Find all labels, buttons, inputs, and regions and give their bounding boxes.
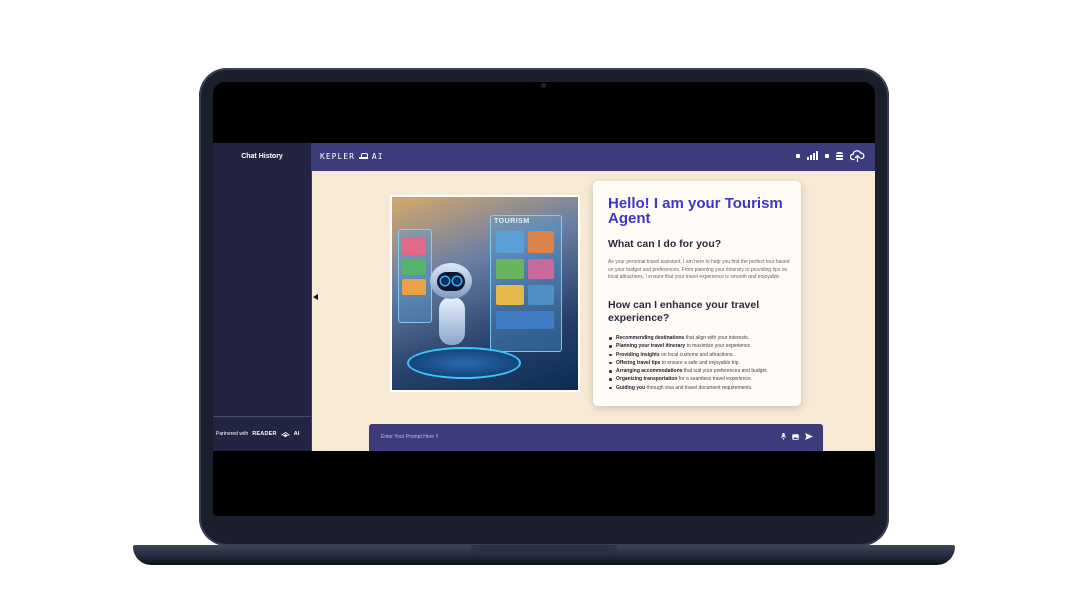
feature-list: Recommending destinations that align wit…	[608, 334, 798, 392]
logo-suffix: AI	[371, 152, 384, 161]
laptop-hinge	[471, 545, 617, 554]
robot-eye-left	[441, 277, 449, 285]
reader-brand: READER	[252, 431, 277, 437]
list-item: Providing insights on local customs and …	[608, 351, 798, 359]
send-icon[interactable]	[805, 433, 813, 440]
chat-history-sidebar: Chat History Partnered with READER AI	[213, 143, 312, 451]
thumb-5	[528, 231, 554, 253]
thumb-10	[496, 311, 554, 329]
square-icon[interactable]	[825, 154, 829, 158]
signal-icon[interactable]	[807, 151, 818, 160]
tourism-agent-illustration: TOURISM	[390, 195, 580, 392]
thumb-9	[528, 285, 554, 305]
camera-icon	[541, 83, 546, 88]
app-screen: Chat History Partnered with READER AI KE…	[213, 143, 875, 451]
thumb-3	[402, 279, 426, 295]
topbar-actions	[796, 150, 865, 162]
thumb-1	[402, 237, 426, 255]
enhance-heading: How can I enhance your travel experience…	[608, 299, 760, 324]
list-item: Recommending destinations that align wit…	[608, 334, 798, 342]
thumb-4	[496, 231, 524, 253]
agent-intro-card: Hello! I am your Tourism Agent What can …	[593, 181, 801, 406]
thumb-7	[528, 259, 554, 279]
microphone-icon[interactable]	[781, 433, 786, 440]
chat-history-title: Chat History	[241, 153, 283, 160]
greeting-heading: Hello! I am your Tourism Agent	[608, 195, 783, 227]
hologram-platform	[407, 347, 521, 379]
thumb-2	[402, 259, 426, 275]
what-can-i-do-heading: What can I do for you?	[608, 238, 722, 250]
reader-logo-icon	[280, 431, 290, 437]
list-item: Guiding you through visa and travel docu…	[608, 384, 798, 392]
prompt-input[interactable]	[381, 432, 761, 442]
robot-face	[437, 272, 465, 291]
square-icon[interactable]	[796, 154, 800, 158]
partner-label: Partnered with	[216, 431, 249, 437]
list-item: Arranging accommodations that suit your …	[608, 367, 798, 375]
intro-paragraph: As your personal travel assistant, I am …	[608, 259, 790, 281]
agent-logo-icon	[358, 153, 368, 160]
prompt-bar	[369, 424, 823, 451]
prompt-actions	[781, 433, 813, 440]
image-upload-icon[interactable]	[792, 433, 799, 440]
kepler-logo[interactable]: KEPLER AI	[320, 152, 384, 161]
robot-head	[430, 263, 472, 299]
list-item: Planning your travel itinerary to maximi…	[608, 342, 798, 350]
list-item: Offering travel tips to ensure a safe an…	[608, 359, 798, 367]
cloud-upload-icon[interactable]	[850, 150, 865, 162]
thumb-6	[496, 259, 524, 279]
robot-eye-right	[453, 277, 461, 285]
database-icon[interactable]	[836, 151, 843, 161]
top-bar: KEPLER AI	[311, 143, 875, 171]
list-item: Organizing transportation for a seamless…	[608, 375, 798, 383]
partner-footer: Partnered with READER AI	[213, 416, 311, 451]
robot-body	[439, 297, 465, 345]
logo-text: KEPLER	[320, 152, 355, 161]
tourism-sign: TOURISM	[494, 218, 530, 225]
reader-ai-suffix: AI	[293, 431, 300, 437]
collapse-sidebar-icon[interactable]	[313, 294, 318, 300]
thumb-8	[496, 285, 524, 305]
